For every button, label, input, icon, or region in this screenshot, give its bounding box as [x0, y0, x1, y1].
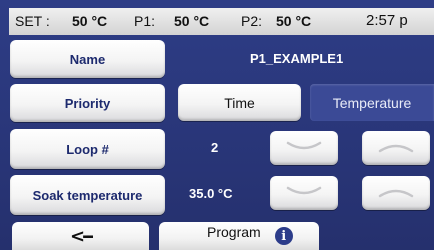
- p2-label: P2:: [241, 13, 263, 29]
- priority-button[interactable]: Priority: [10, 84, 165, 122]
- priority-option-temperature-label: Temperature: [332, 94, 412, 111]
- chevron-down-icon: [285, 140, 323, 157]
- status-bar: SET : 50 °C P1: 50 °C P2: 50 °C 2:57 p: [9, 8, 434, 35]
- chevron-down-icon: [285, 185, 323, 202]
- info-icon[interactable]: i: [274, 227, 293, 245]
- program-label: Program: [207, 224, 261, 240]
- clock: 2:57 p: [366, 12, 408, 29]
- soak-temperature-button[interactable]: Soak temperature: [10, 175, 165, 215]
- device-screen: SET : 50 °C P1: 50 °C P2: 50 °C 2:57 p N…: [0, 0, 434, 250]
- p2-temperature: 50 °C: [276, 13, 312, 29]
- chevron-up-icon: [377, 185, 415, 202]
- soak-temperature-value: 35.0 °C: [189, 186, 233, 201]
- chevron-up-icon: [377, 140, 415, 157]
- back-arrow-icon: <--: [69, 225, 94, 247]
- set-label: SET :: [15, 13, 50, 29]
- priority-option-temperature[interactable]: Temperature: [310, 84, 434, 121]
- soak-decrement-button[interactable]: [270, 176, 338, 210]
- loop-button[interactable]: Loop #: [10, 129, 165, 169]
- set-temperature: 50 °C: [72, 13, 108, 29]
- name-value: P1_EXAMPLE1: [250, 51, 344, 66]
- loop-value: 2: [211, 140, 219, 155]
- soak-temperature-label: Soak temperature: [32, 187, 143, 203]
- back-button[interactable]: <--: [12, 222, 149, 250]
- priority-option-time-label: Time: [224, 94, 255, 111]
- soak-increment-button[interactable]: [362, 176, 430, 210]
- priority-label: Priority: [64, 95, 111, 111]
- loop-increment-button[interactable]: [362, 131, 430, 165]
- loop-label: Loop #: [66, 141, 109, 157]
- name-button[interactable]: Name: [10, 40, 165, 78]
- loop-decrement-button[interactable]: [270, 131, 338, 165]
- p1-label: P1:: [134, 13, 156, 29]
- program-button[interactable]: Program i: [159, 222, 319, 250]
- name-label: Name: [69, 51, 106, 67]
- p1-temperature: 50 °C: [174, 13, 210, 29]
- priority-option-time[interactable]: Time: [178, 84, 301, 121]
